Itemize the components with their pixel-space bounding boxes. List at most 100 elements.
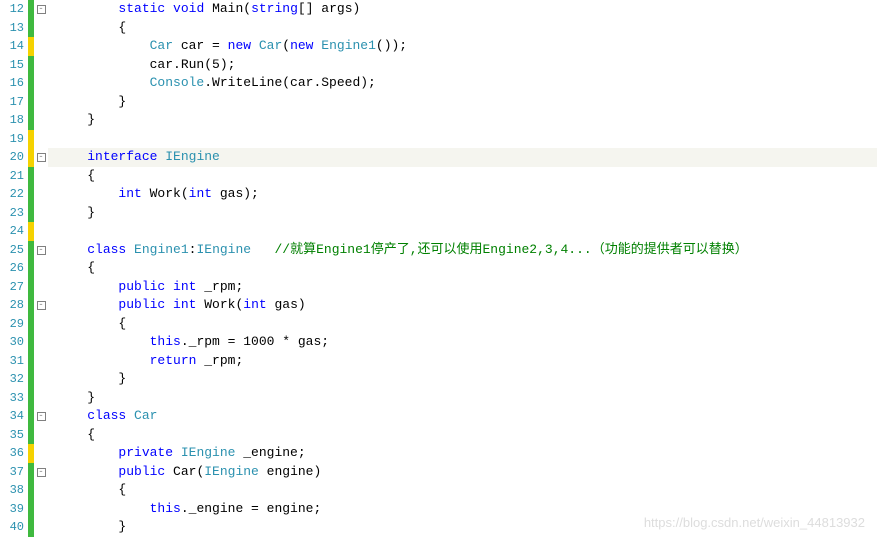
line-number[interactable]: 21 <box>0 169 28 183</box>
fold-toggle[interactable]: - <box>34 244 48 256</box>
line-number[interactable]: 32 <box>0 372 28 386</box>
code-line[interactable]: } <box>48 93 877 112</box>
code-line[interactable]: this._engine = engine; <box>48 500 877 519</box>
code-line[interactable]: { <box>48 19 877 38</box>
token-plain: gas) <box>267 297 306 312</box>
line-number[interactable]: 20 <box>0 150 28 164</box>
code-line[interactable]: } <box>48 111 877 130</box>
line-number[interactable]: 31 <box>0 354 28 368</box>
line-number[interactable]: 24 <box>0 224 28 238</box>
token-plain: [] args) <box>298 1 360 16</box>
token-kw: class <box>87 242 126 257</box>
token-plain <box>56 75 150 90</box>
code-line[interactable]: class Car <box>48 407 877 426</box>
code-area[interactable]: static void Main(string[] args) { Car ca… <box>48 0 877 538</box>
fold-toggle[interactable]: - <box>34 466 48 478</box>
code-line[interactable]: interface IEngine <box>48 148 877 167</box>
code-line[interactable]: car.Run(5); <box>48 56 877 75</box>
code-line[interactable]: { <box>48 426 877 445</box>
line-number[interactable]: 23 <box>0 206 28 220</box>
code-line[interactable]: class Engine1:IEngine //就算Engine1停产了,还可以… <box>48 241 877 260</box>
token-plain: engine) <box>259 464 321 479</box>
line-number[interactable]: 39 <box>0 502 28 516</box>
fold-toggle[interactable]: - <box>34 299 48 311</box>
code-line[interactable]: static void Main(string[] args) <box>48 0 877 19</box>
code-line[interactable] <box>48 130 877 149</box>
change-marker <box>28 481 34 500</box>
gutter-row: 17 <box>0 93 48 112</box>
line-number[interactable]: 33 <box>0 391 28 405</box>
token-plain <box>165 1 173 16</box>
code-line[interactable]: } <box>48 204 877 223</box>
change-marker <box>28 370 34 389</box>
code-line[interactable]: Console.WriteLine(car.Speed); <box>48 74 877 93</box>
collapse-icon[interactable]: - <box>37 301 46 310</box>
token-plain <box>56 1 118 16</box>
code-line[interactable]: { <box>48 167 877 186</box>
token-plain: .WriteLine(car.Speed); <box>204 75 376 90</box>
line-number[interactable]: 27 <box>0 280 28 294</box>
code-line[interactable]: } <box>48 370 877 389</box>
token-kw: int <box>173 279 196 294</box>
line-number[interactable]: 34 <box>0 409 28 423</box>
code-line[interactable]: } <box>48 518 877 537</box>
line-number[interactable]: 14 <box>0 39 28 53</box>
token-plain: Work( <box>196 297 243 312</box>
change-marker <box>28 111 34 130</box>
token-plain: Main( <box>204 1 251 16</box>
line-number[interactable]: 12 <box>0 2 28 16</box>
code-line[interactable]: int Work(int gas); <box>48 185 877 204</box>
line-number[interactable]: 13 <box>0 21 28 35</box>
collapse-icon[interactable]: - <box>37 468 46 477</box>
token-plain: } <box>56 112 95 127</box>
code-line[interactable]: public int Work(int gas) <box>48 296 877 315</box>
line-number[interactable]: 19 <box>0 132 28 146</box>
line-number[interactable]: 26 <box>0 261 28 275</box>
code-line[interactable]: Car car = new Car(new Engine1()); <box>48 37 877 56</box>
gutter-row: 20- <box>0 148 48 167</box>
token-plain <box>56 353 150 368</box>
fold-toggle[interactable]: - <box>34 3 48 15</box>
gutter-row: 24 <box>0 222 48 241</box>
change-marker <box>28 518 34 537</box>
code-line[interactable]: public Car(IEngine engine) <box>48 463 877 482</box>
line-number[interactable]: 38 <box>0 483 28 497</box>
code-line[interactable]: { <box>48 481 877 500</box>
code-line[interactable]: { <box>48 315 877 334</box>
token-plain: { <box>56 427 95 442</box>
line-number[interactable]: 29 <box>0 317 28 331</box>
token-plain <box>56 186 118 201</box>
code-line[interactable]: this._rpm = 1000 * gas; <box>48 333 877 352</box>
line-number[interactable]: 28 <box>0 298 28 312</box>
code-line[interactable]: return _rpm; <box>48 352 877 371</box>
line-number[interactable]: 15 <box>0 58 28 72</box>
change-marker <box>28 352 34 371</box>
line-number[interactable]: 40 <box>0 520 28 534</box>
line-number[interactable]: 16 <box>0 76 28 90</box>
line-number[interactable]: 22 <box>0 187 28 201</box>
collapse-icon[interactable]: - <box>37 153 46 162</box>
token-type: Engine1 <box>321 38 376 53</box>
collapse-icon[interactable]: - <box>37 246 46 255</box>
code-editor[interactable]: 12-1314151617181920-2122232425-262728-29… <box>0 0 877 538</box>
line-number[interactable]: 25 <box>0 243 28 257</box>
gutter-row: 13 <box>0 19 48 38</box>
line-number[interactable]: 36 <box>0 446 28 460</box>
collapse-icon[interactable]: - <box>37 5 46 14</box>
change-marker <box>28 204 34 223</box>
code-line[interactable] <box>48 222 877 241</box>
line-number[interactable]: 17 <box>0 95 28 109</box>
line-number[interactable]: 30 <box>0 335 28 349</box>
code-line[interactable]: public int _rpm; <box>48 278 877 297</box>
line-number[interactable]: 35 <box>0 428 28 442</box>
code-line[interactable]: { <box>48 259 877 278</box>
token-plain <box>165 297 173 312</box>
collapse-icon[interactable]: - <box>37 412 46 421</box>
code-line[interactable]: private IEngine _engine; <box>48 444 877 463</box>
code-line[interactable]: } <box>48 389 877 408</box>
line-number[interactable]: 37 <box>0 465 28 479</box>
fold-toggle[interactable]: - <box>34 410 48 422</box>
line-number[interactable]: 18 <box>0 113 28 127</box>
fold-toggle[interactable]: - <box>34 151 48 163</box>
token-plain: _engine; <box>235 445 305 460</box>
